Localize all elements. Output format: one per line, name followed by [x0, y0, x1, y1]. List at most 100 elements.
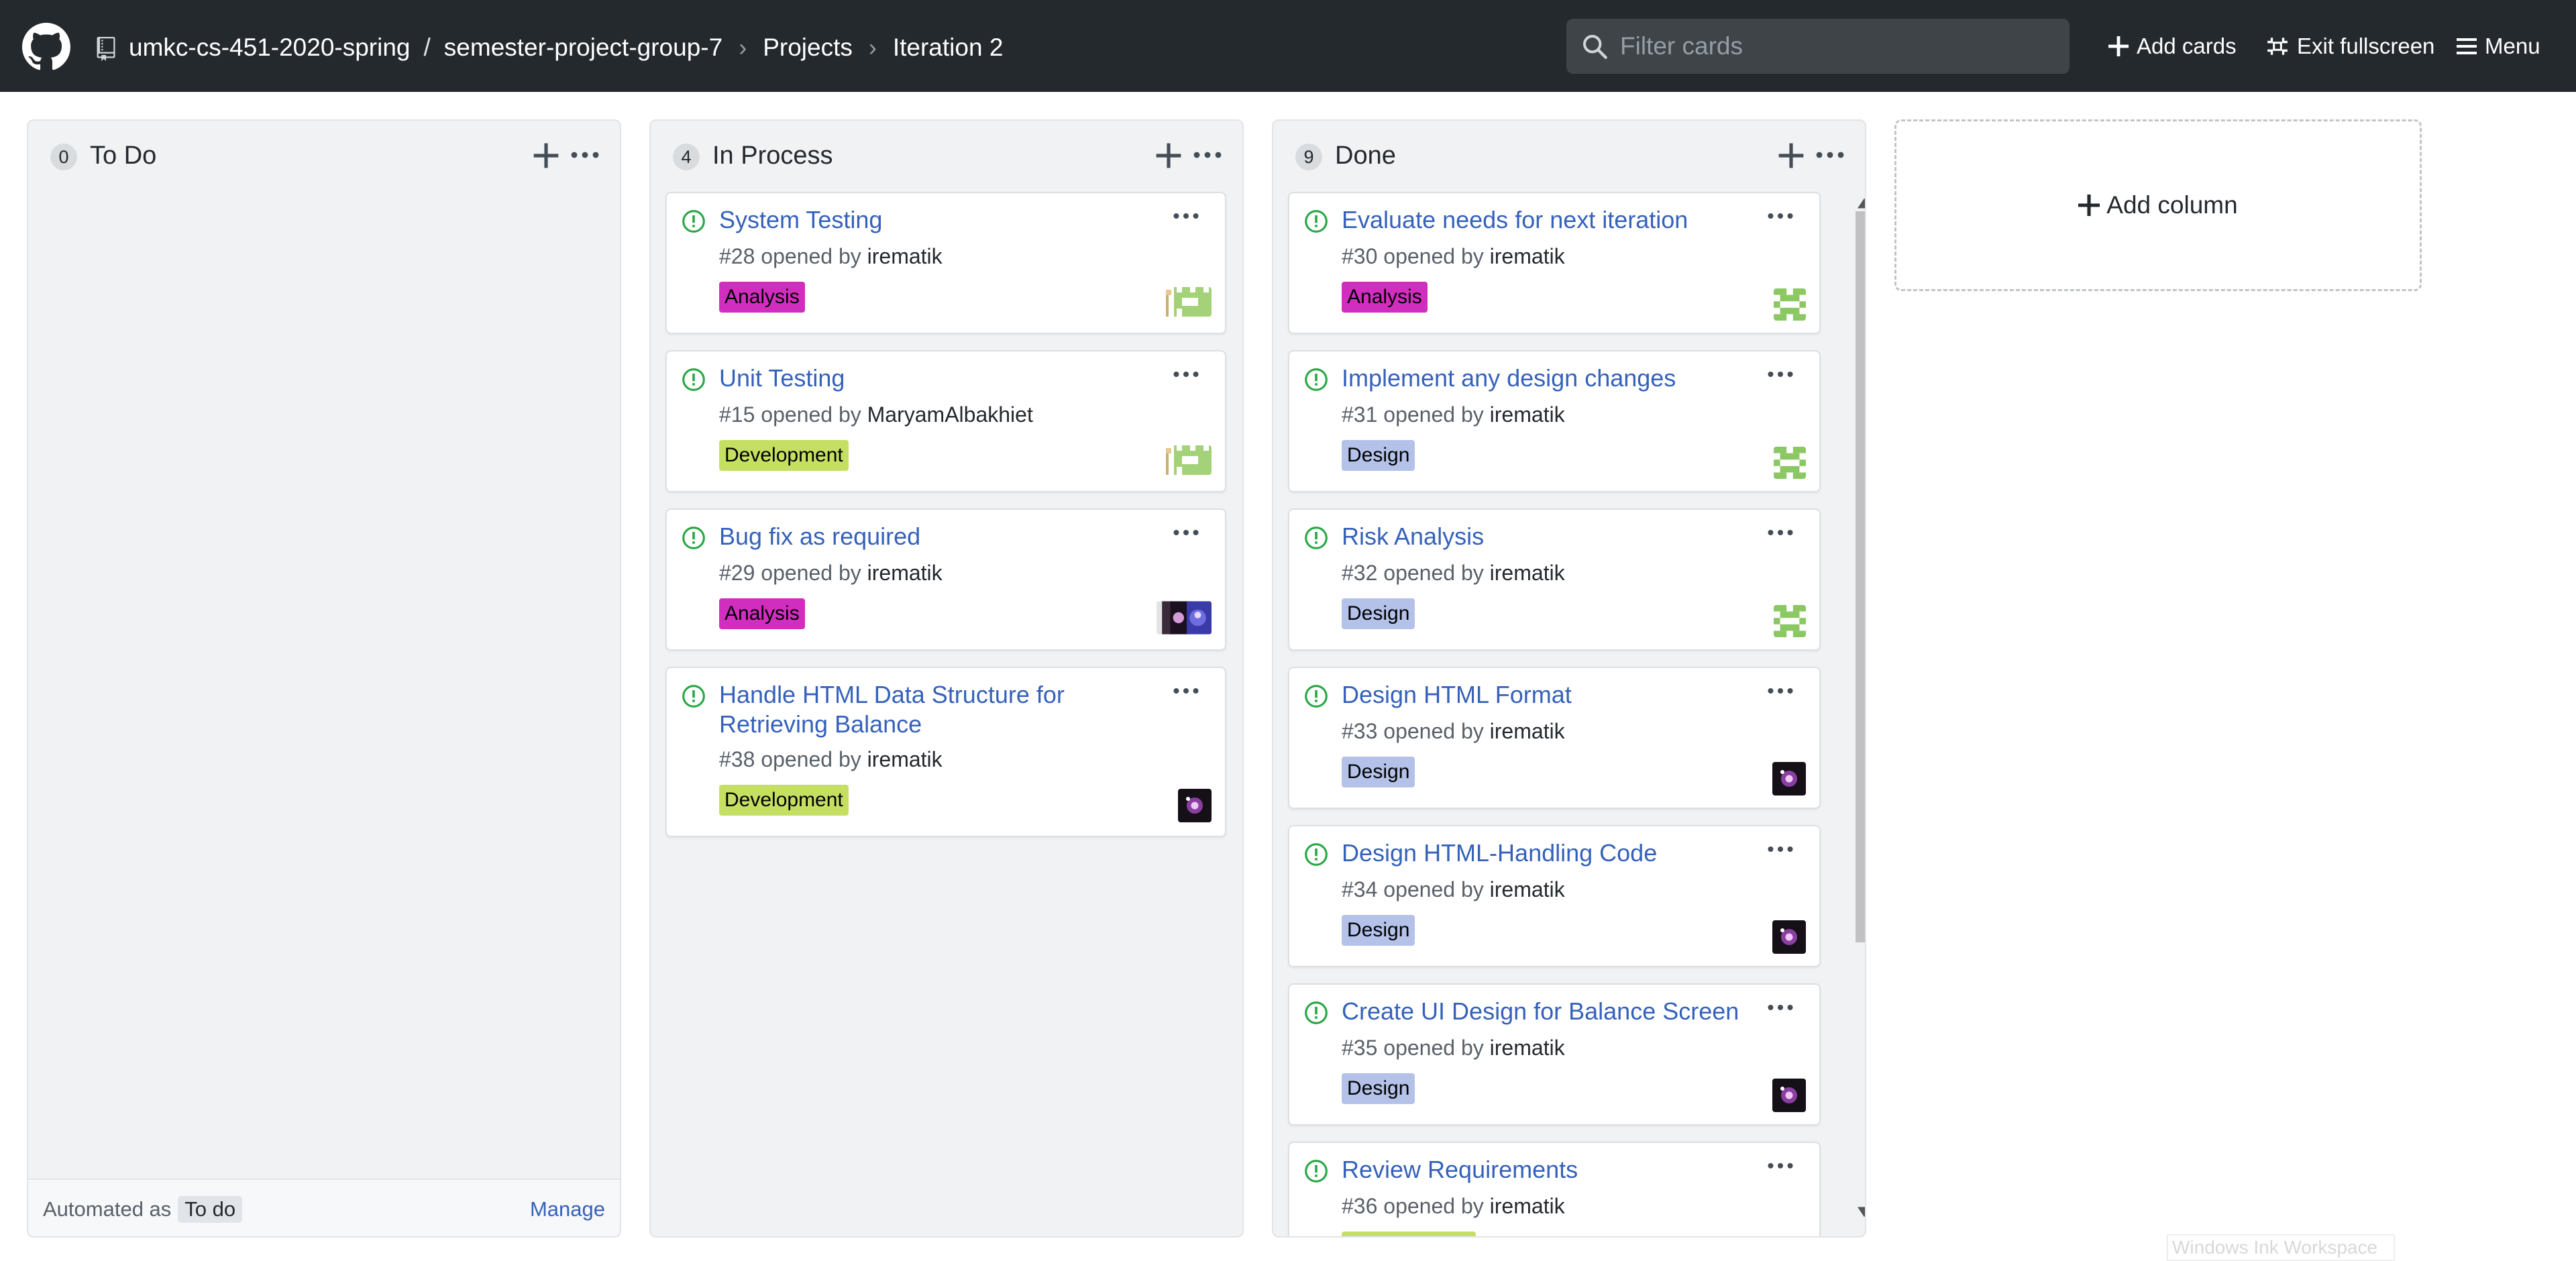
- filter-cards-input[interactable]: [1620, 32, 2049, 60]
- issue-title-link[interactable]: Review Requirements: [1342, 1155, 1771, 1185]
- label-badge[interactable]: Analysis: [1342, 282, 1428, 313]
- scroll-up-arrow-icon[interactable]: [1856, 197, 1866, 210]
- issue-author[interactable]: MaryamAlbakhiet: [867, 402, 1033, 427]
- scroll-down-arrow-icon[interactable]: [1856, 1205, 1866, 1219]
- issue-author[interactable]: irematik: [1490, 402, 1565, 427]
- issue-card[interactable]: System Testing #28 opened by irematik An…: [665, 192, 1226, 334]
- column-header: 4 In Process: [651, 121, 1242, 191]
- hamburger-icon: [2457, 38, 2477, 54]
- issue-author[interactable]: irematik: [867, 244, 943, 268]
- filter-cards-box[interactable]: [1566, 19, 2070, 74]
- label-badge[interactable]: Development: [719, 785, 849, 816]
- card-more-icon[interactable]: [1173, 683, 1199, 699]
- card-more-icon[interactable]: [1767, 208, 1794, 224]
- breadcrumb-project-name[interactable]: Iteration 2: [893, 34, 1004, 62]
- issue-author[interactable]: irematik: [1490, 1036, 1565, 1060]
- issue-title-link[interactable]: Handle HTML Data Structure for Retrievin…: [719, 680, 1148, 739]
- card-more-icon[interactable]: [1173, 525, 1199, 541]
- manage-automation-link[interactable]: Manage: [530, 1197, 605, 1221]
- identicon-avatar[interactable]: [1774, 605, 1806, 637]
- column-more-icon[interactable]: [1815, 145, 1845, 165]
- add-card-plus-icon[interactable]: [531, 141, 561, 170]
- breadcrumb-projects[interactable]: Projects: [763, 34, 853, 62]
- column-more-icon[interactable]: [570, 145, 600, 165]
- issue-author[interactable]: irematik: [1490, 1194, 1565, 1218]
- exit-fullscreen-button[interactable]: Exit fullscreen: [2266, 31, 2434, 62]
- assignee-avatars-icon[interactable]: [1157, 601, 1212, 635]
- breadcrumb: umkc-cs-451-2020-spring / semester-proje…: [129, 31, 1003, 64]
- card-more-icon[interactable]: [1767, 525, 1794, 541]
- issue-author[interactable]: irematik: [1490, 877, 1565, 901]
- issue-card[interactable]: Evaluate needs for next iteration #30 op…: [1288, 192, 1821, 334]
- assignee-avatars-icon[interactable]: [1163, 445, 1212, 475]
- issue-title-link[interactable]: Design HTML-Handling Code: [1342, 838, 1771, 868]
- issue-number-text: #34 opened by: [1342, 877, 1484, 901]
- identicon-avatar[interactable]: [1774, 447, 1806, 479]
- avatar[interactable]: [1772, 920, 1806, 954]
- issue-number-text: #35 opened by: [1342, 1036, 1484, 1060]
- issue-title-link[interactable]: System Testing: [719, 205, 1148, 235]
- issue-author[interactable]: irematik: [1490, 561, 1565, 585]
- issue-title-link[interactable]: Implement any design changes: [1342, 364, 1771, 393]
- card-more-icon[interactable]: [1767, 841, 1794, 857]
- issue-card[interactable]: Design HTML Format #33 opened by iremati…: [1288, 667, 1821, 809]
- label-badge[interactable]: Analysis: [719, 282, 805, 313]
- github-logo-icon[interactable]: [22, 23, 70, 71]
- card-more-icon[interactable]: [1767, 999, 1794, 1016]
- add-column-button[interactable]: Add column: [1894, 119, 2422, 291]
- card-more-icon[interactable]: [1173, 208, 1199, 224]
- label-badge[interactable]: Development: [719, 440, 849, 471]
- card-more-icon[interactable]: [1767, 683, 1794, 699]
- label-badge[interactable]: Design: [1342, 1073, 1415, 1104]
- issue-meta: #30 opened by irematik: [1342, 244, 1565, 269]
- breadcrumb-repo[interactable]: semester-project-group-7: [444, 34, 722, 62]
- scrollbar-thumb[interactable]: [1856, 211, 1865, 942]
- label-badge[interactable]: [1342, 1231, 1476, 1236]
- chevron-right-icon: ›: [739, 34, 747, 61]
- avatar[interactable]: [1772, 762, 1806, 796]
- issue-card[interactable]: Bug fix as required #29 opened by iremat…: [665, 508, 1226, 651]
- column-scrollbar[interactable]: [1851, 191, 1866, 1224]
- column-more-icon[interactable]: [1193, 145, 1222, 165]
- issue-author[interactable]: irematik: [867, 747, 943, 771]
- assignee-avatars-icon[interactable]: [1163, 287, 1212, 317]
- label-badge[interactable]: Design: [1342, 757, 1415, 787]
- add-cards-button[interactable]: Add cards: [2108, 31, 2237, 62]
- avatar[interactable]: [1772, 1079, 1806, 1112]
- label-badge[interactable]: Design: [1342, 598, 1415, 629]
- issue-card[interactable]: Implement any design changes #31 opened …: [1288, 350, 1821, 492]
- issue-author[interactable]: irematik: [1490, 719, 1565, 743]
- column-card-count: 9: [1295, 144, 1322, 170]
- screen-normal-icon: [2267, 38, 2288, 55]
- add-card-plus-icon[interactable]: [1154, 141, 1183, 170]
- breadcrumb-owner[interactable]: umkc-cs-451-2020-spring: [129, 34, 411, 62]
- issue-meta: #33 opened by irematik: [1342, 719, 1565, 744]
- issue-title-link[interactable]: Design HTML Format: [1342, 680, 1771, 710]
- issue-number-text: #33 opened by: [1342, 719, 1484, 743]
- menu-button[interactable]: Menu: [2457, 31, 2540, 62]
- card-more-icon[interactable]: [1767, 366, 1794, 382]
- label-badge[interactable]: Analysis: [719, 598, 805, 629]
- issue-title-link[interactable]: Create UI Design for Balance Screen: [1342, 997, 1771, 1026]
- avatar[interactable]: [1178, 789, 1212, 822]
- issue-meta: #34 opened by irematik: [1342, 877, 1565, 902]
- issue-title-link[interactable]: Evaluate needs for next iteration: [1342, 205, 1771, 235]
- issue-card[interactable]: Review Requirements #36 opened by iremat…: [1288, 1142, 1821, 1236]
- card-more-icon[interactable]: [1767, 1158, 1794, 1174]
- identicon-avatar[interactable]: [1774, 288, 1806, 321]
- label-badge[interactable]: Design: [1342, 915, 1415, 946]
- issue-author[interactable]: irematik: [867, 561, 943, 585]
- add-card-plus-icon[interactable]: [1776, 141, 1806, 170]
- issue-card[interactable]: Handle HTML Data Structure for Retrievin…: [665, 667, 1226, 837]
- issue-author[interactable]: irematik: [1490, 244, 1565, 268]
- card-more-icon[interactable]: [1173, 366, 1199, 382]
- issue-title-link[interactable]: Unit Testing: [719, 364, 1148, 393]
- issue-card[interactable]: Design HTML-Handling Code #34 opened by …: [1288, 825, 1821, 967]
- issue-title-link[interactable]: Bug fix as required: [719, 522, 1148, 551]
- issue-card[interactable]: Risk Analysis #32 opened by irematik Des…: [1288, 508, 1821, 651]
- issue-card[interactable]: Create UI Design for Balance Screen #35 …: [1288, 983, 1821, 1126]
- issue-opened-icon: [1305, 685, 1328, 708]
- issue-title-link[interactable]: Risk Analysis: [1342, 522, 1771, 551]
- label-badge[interactable]: Design: [1342, 440, 1415, 471]
- issue-card[interactable]: Unit Testing #15 opened by MaryamAlbakhi…: [665, 350, 1226, 492]
